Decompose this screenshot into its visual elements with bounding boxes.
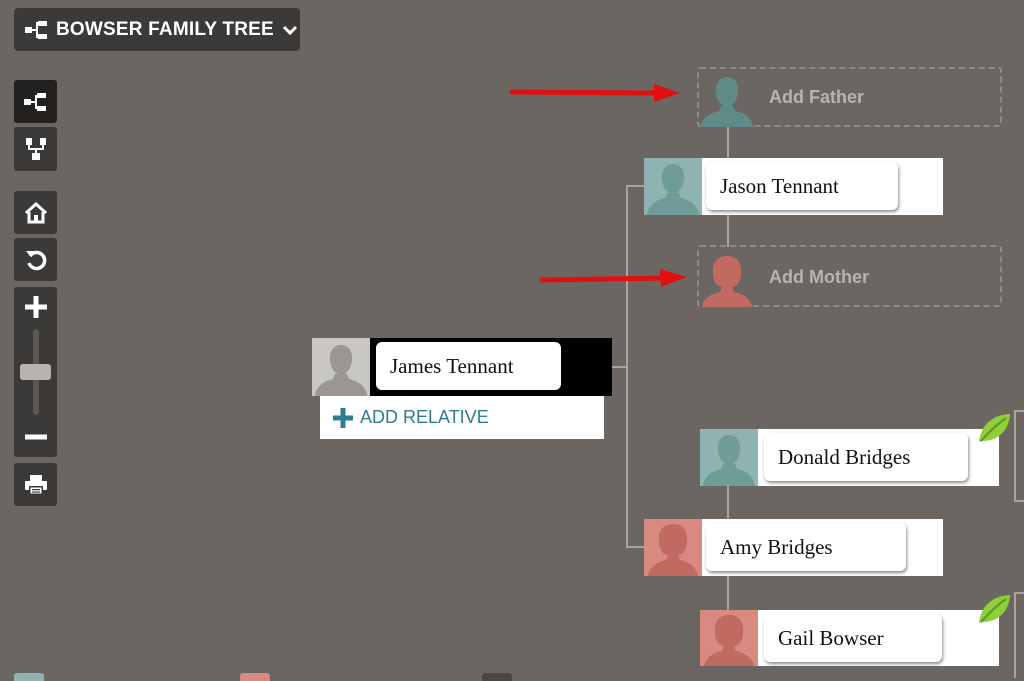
person-name: James Tennant xyxy=(376,342,561,390)
person-silhouette-icon xyxy=(315,345,367,396)
tree-selector[interactable]: BOWSER FAMILY TREE xyxy=(14,8,300,51)
zoom-control xyxy=(14,287,57,457)
connector-line xyxy=(1014,410,1016,502)
annotation-arrow xyxy=(509,84,680,102)
descendants-view-icon xyxy=(25,138,46,160)
legend-chip-male xyxy=(14,673,44,681)
person-card-maternal-grandfather[interactable]: Donald Bridges xyxy=(700,429,999,486)
tree-icon xyxy=(25,20,47,39)
avatar xyxy=(644,158,702,215)
zoom-out-icon xyxy=(24,434,47,440)
add-relative-button[interactable]: ADD RELATIVE xyxy=(320,396,604,439)
zoom-in-button[interactable] xyxy=(14,287,57,327)
reset-icon xyxy=(25,250,46,270)
add-mother-label: Add Mother xyxy=(769,267,869,287)
person-card-father[interactable]: Jason Tennant xyxy=(644,158,943,215)
leaf-icon[interactable] xyxy=(976,592,1012,626)
avatar xyxy=(644,519,702,576)
connector-line xyxy=(727,576,729,610)
add-relative-label: ADD RELATIVE xyxy=(360,407,489,427)
legend-chip-unknown xyxy=(482,673,512,681)
zoom-slider-handle[interactable] xyxy=(20,364,51,380)
pedigree-view-button[interactable] xyxy=(14,80,57,123)
leaf-icon[interactable] xyxy=(976,411,1012,445)
female-silhouette-icon xyxy=(704,615,754,666)
connector-line xyxy=(626,186,628,548)
person-name: Jason Tennant xyxy=(706,162,898,210)
descendants-view-button[interactable] xyxy=(14,127,57,171)
reset-button[interactable] xyxy=(14,238,57,281)
person-card-mother[interactable]: Amy Bridges xyxy=(644,519,943,576)
zoom-out-button[interactable] xyxy=(14,417,57,457)
print-button[interactable] xyxy=(14,463,57,506)
person-name: Donald Bridges xyxy=(764,433,968,481)
add-mother-card[interactable]: Add Mother xyxy=(697,245,1002,307)
tree-name: BOWSER FAMILY TREE xyxy=(56,18,274,40)
connector-line xyxy=(727,486,729,519)
connector-line xyxy=(626,546,644,548)
person-card-focus[interactable]: James Tennant xyxy=(312,338,612,396)
plus-icon xyxy=(333,407,353,428)
connector-line xyxy=(727,125,729,158)
male-silhouette-icon xyxy=(703,435,755,486)
print-icon xyxy=(24,474,47,495)
connector-line xyxy=(1014,500,1024,502)
female-silhouette-icon xyxy=(648,524,698,576)
legend-chip-female xyxy=(240,673,270,681)
person-name: Gail Bowser xyxy=(764,614,942,662)
connector-line xyxy=(626,185,644,187)
connector-line xyxy=(1014,410,1024,412)
male-silhouette-icon xyxy=(647,164,699,215)
avatar xyxy=(312,338,370,396)
avatar xyxy=(700,610,758,666)
chevron-down-icon xyxy=(282,25,297,35)
male-silhouette-icon xyxy=(701,77,753,127)
add-father-card[interactable]: Add Father xyxy=(697,67,1002,127)
zoom-in-icon xyxy=(24,296,47,318)
home-button[interactable] xyxy=(14,191,57,234)
person-name: Amy Bridges xyxy=(706,523,906,571)
person-card-maternal-grandmother[interactable]: Gail Bowser xyxy=(700,610,999,666)
annotation-arrow xyxy=(539,269,687,287)
home-icon xyxy=(24,201,47,223)
connector-line xyxy=(1014,592,1024,594)
female-silhouette-icon xyxy=(702,256,752,307)
pedigree-view-icon xyxy=(23,92,46,111)
connector-line xyxy=(1014,592,1016,678)
connector-line xyxy=(727,214,729,247)
add-father-label: Add Father xyxy=(769,87,865,107)
avatar xyxy=(700,429,758,486)
